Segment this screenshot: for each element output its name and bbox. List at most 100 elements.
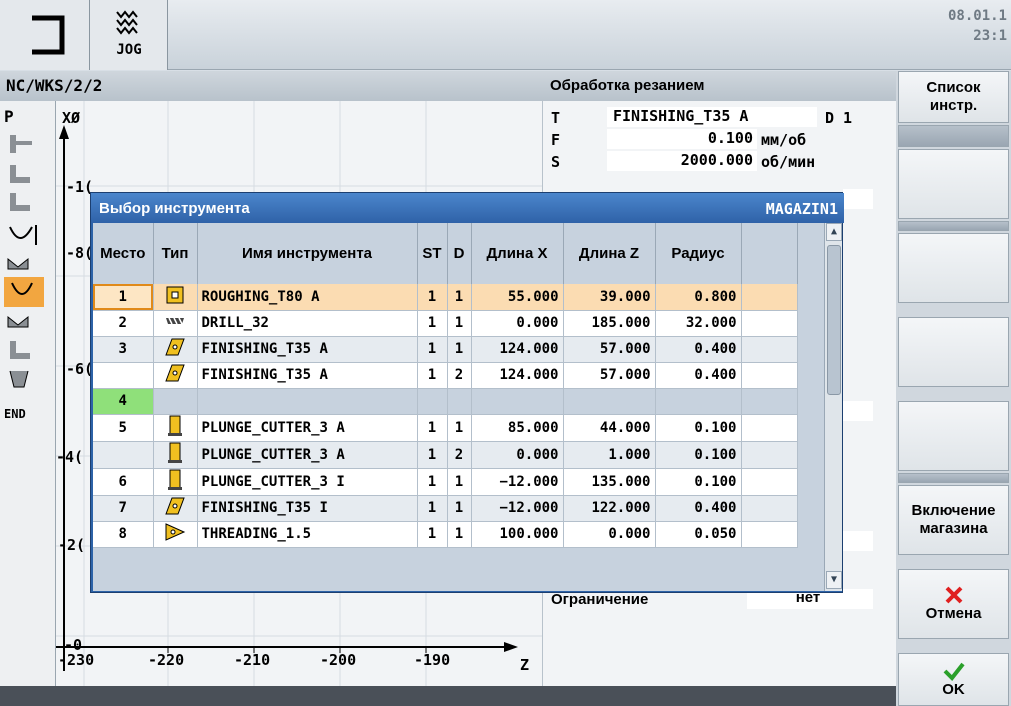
cell-len-x: −12.000 xyxy=(471,495,564,522)
dialog-title: Выбор инструмента xyxy=(99,200,250,217)
scroll-up-icon[interactable]: ▲ xyxy=(826,223,842,241)
cell-len-z: 185.000 xyxy=(563,310,656,337)
cell-d: 1 xyxy=(447,284,472,311)
cell-len-z: 39.000 xyxy=(563,284,656,311)
ok-softkey[interactable]: OK xyxy=(898,653,1009,706)
cell-len-x: 124.000 xyxy=(471,362,564,389)
col-extra xyxy=(741,223,798,284)
tool-list-softkey[interactable]: Список инстр. xyxy=(898,71,1009,123)
hidden-field[interactable] xyxy=(843,189,873,209)
time-text: 23:1 xyxy=(973,28,1007,44)
cell-d: 1 xyxy=(447,310,472,337)
jog-mode-box: JOG xyxy=(90,0,168,70)
cell-icon xyxy=(153,414,198,442)
cell-place: 6 xyxy=(93,468,154,496)
table-header: Место Тип Имя инструмента ST D Длина X Д… xyxy=(93,223,798,284)
table-row[interactable]: 1 ROUGHING_T80 A 1 1 55.000 39.000 0.800 xyxy=(93,284,798,311)
table-row[interactable]: 7 FINISHING_T35 I 1 1 −12.000 122.000 0.400 xyxy=(93,495,798,522)
table-row[interactable]: PLUNGE_CUTTER_3 A 1 2 0.000 1.000 0.100 xyxy=(93,441,798,469)
col-place[interactable]: Место xyxy=(93,223,154,284)
vertical-scrollbar[interactable]: ▲ ▼ xyxy=(824,223,842,591)
cell-name: PLUNGE_CUTTER_3 A xyxy=(197,414,418,442)
s-label: S xyxy=(551,153,561,171)
cell-st xyxy=(417,388,448,415)
cell-icon xyxy=(153,468,198,496)
speed-field[interactable]: 2000.000 xyxy=(607,151,757,171)
cell-len-x: −12.000 xyxy=(471,468,564,496)
plunge-cutter-icon xyxy=(167,415,183,441)
softkey-empty[interactable] xyxy=(898,233,1009,303)
tool-list-label-2: инстр. xyxy=(929,97,978,114)
table-row[interactable]: 3 FINISHING_T35 A 1 1 124.000 57.000 0.400 xyxy=(93,336,798,363)
cell-st: 1 xyxy=(417,336,448,363)
cell-place: 7 xyxy=(93,495,154,522)
cell-place: 3 xyxy=(93,336,154,363)
cell-len-z: 57.000 xyxy=(563,362,656,389)
table-row[interactable]: FINISHING_T35 A 1 2 124.000 57.000 0.400 xyxy=(93,362,798,389)
cancel-softkey[interactable]: Отмена xyxy=(898,569,1009,639)
limit-label: Ограничение xyxy=(551,591,649,608)
x-tick: -220 xyxy=(148,651,185,669)
cell-place: 1 xyxy=(93,284,154,311)
feed-field[interactable]: 0.100 xyxy=(607,129,757,149)
cell-extra xyxy=(741,336,798,363)
t-label: T xyxy=(551,109,561,127)
scroll-down-icon[interactable]: ▼ xyxy=(826,571,842,589)
end-label: END xyxy=(4,407,26,421)
table-row[interactable]: 4 xyxy=(93,388,798,415)
col-radius[interactable]: Радиус xyxy=(655,223,742,284)
machining-step-icons xyxy=(4,135,44,388)
cell-icon xyxy=(153,310,198,337)
hidden-field[interactable] xyxy=(843,531,873,551)
cell-d: 2 xyxy=(447,362,472,389)
cell-icon xyxy=(153,388,198,415)
operation-title: Обработка резанием xyxy=(550,77,705,94)
col-len-x[interactable]: Длина X xyxy=(471,223,564,284)
col-st[interactable]: ST xyxy=(417,223,448,284)
left-icon-column: P END xyxy=(0,101,56,686)
col-type[interactable]: Тип xyxy=(153,223,198,284)
table-row[interactable]: 2 DRILL_32 1 1 0.000 185.000 32.000 xyxy=(93,310,798,337)
cell-len-z xyxy=(563,388,656,415)
col-name[interactable]: Имя инструмента xyxy=(197,223,418,284)
cell-d: 1 xyxy=(447,468,472,496)
col-d[interactable]: D xyxy=(447,223,472,284)
hidden-field[interactable] xyxy=(843,401,873,421)
x-tick: -230 xyxy=(58,651,95,669)
x-tick: -210 xyxy=(234,651,271,669)
cell-d: 1 xyxy=(447,521,472,548)
y-tick: -2( xyxy=(58,536,86,554)
plunge-cutter-icon xyxy=(167,442,183,468)
cell-d: 1 xyxy=(447,336,472,363)
cancel-x-icon xyxy=(945,586,962,604)
speed-unit: об/мин xyxy=(761,153,816,171)
cell-radius: 0.400 xyxy=(655,336,742,363)
col-len-z[interactable]: Длина Z xyxy=(563,223,656,284)
scroll-thumb[interactable] xyxy=(827,245,841,395)
tool-field[interactable]: FINISHING_T35 A xyxy=(607,107,817,127)
table-row[interactable]: 6 PLUNGE_CUTTER_3 I 1 1 −12.000 135.000 0.100 xyxy=(93,468,798,496)
cell-len-x: 55.000 xyxy=(471,284,564,311)
magazine-label-1: Включение xyxy=(911,502,996,519)
magazine-on-softkey[interactable]: Включение магазина xyxy=(898,485,1009,555)
cell-len-x: 85.000 xyxy=(471,414,564,442)
cell-radius: 0.400 xyxy=(655,362,742,389)
roughing-tool-icon xyxy=(165,286,185,308)
jog-wave-icon xyxy=(116,10,138,35)
magazine-label-2: магазина xyxy=(919,520,988,537)
cell-name: THREADING_1.5 xyxy=(197,521,418,548)
channel-path: NC/WKS/2/2 xyxy=(6,76,103,95)
softkey-empty[interactable] xyxy=(898,317,1009,387)
mode-box xyxy=(0,0,90,70)
cell-st: 1 xyxy=(417,521,448,548)
softkey-empty[interactable] xyxy=(898,401,1009,471)
cell-extra xyxy=(741,414,798,442)
cell-d: 1 xyxy=(447,495,472,522)
cell-len-z: 0.000 xyxy=(563,521,656,548)
table-row[interactable]: 5 PLUNGE_CUTTER_3 A 1 1 85.000 44.000 0.100 xyxy=(93,414,798,442)
cell-d xyxy=(447,388,472,415)
table-row[interactable]: 8 THREADING_1.5 1 1 100.000 0.000 0.050 xyxy=(93,521,798,548)
softkey-empty[interactable] xyxy=(898,149,1009,219)
cell-extra xyxy=(741,495,798,522)
cell-name: PLUNGE_CUTTER_3 A xyxy=(197,441,418,469)
